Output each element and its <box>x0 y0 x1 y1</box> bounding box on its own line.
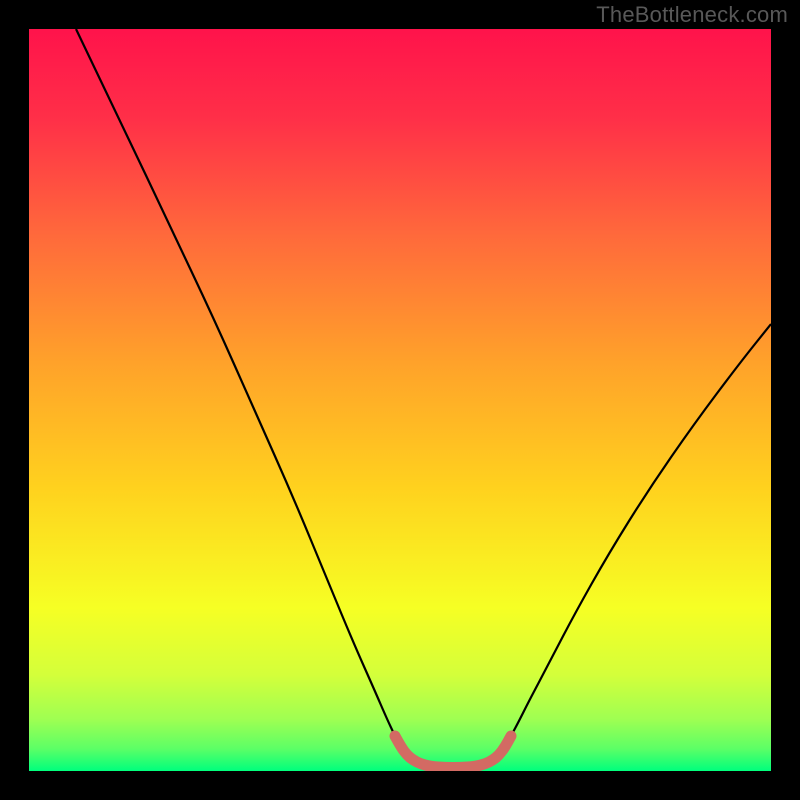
chart-svg <box>29 29 771 771</box>
plot-area <box>29 29 771 771</box>
chart-frame: TheBottleneck.com <box>0 0 800 800</box>
plot-background <box>29 29 771 771</box>
watermark-text: TheBottleneck.com <box>596 2 788 28</box>
